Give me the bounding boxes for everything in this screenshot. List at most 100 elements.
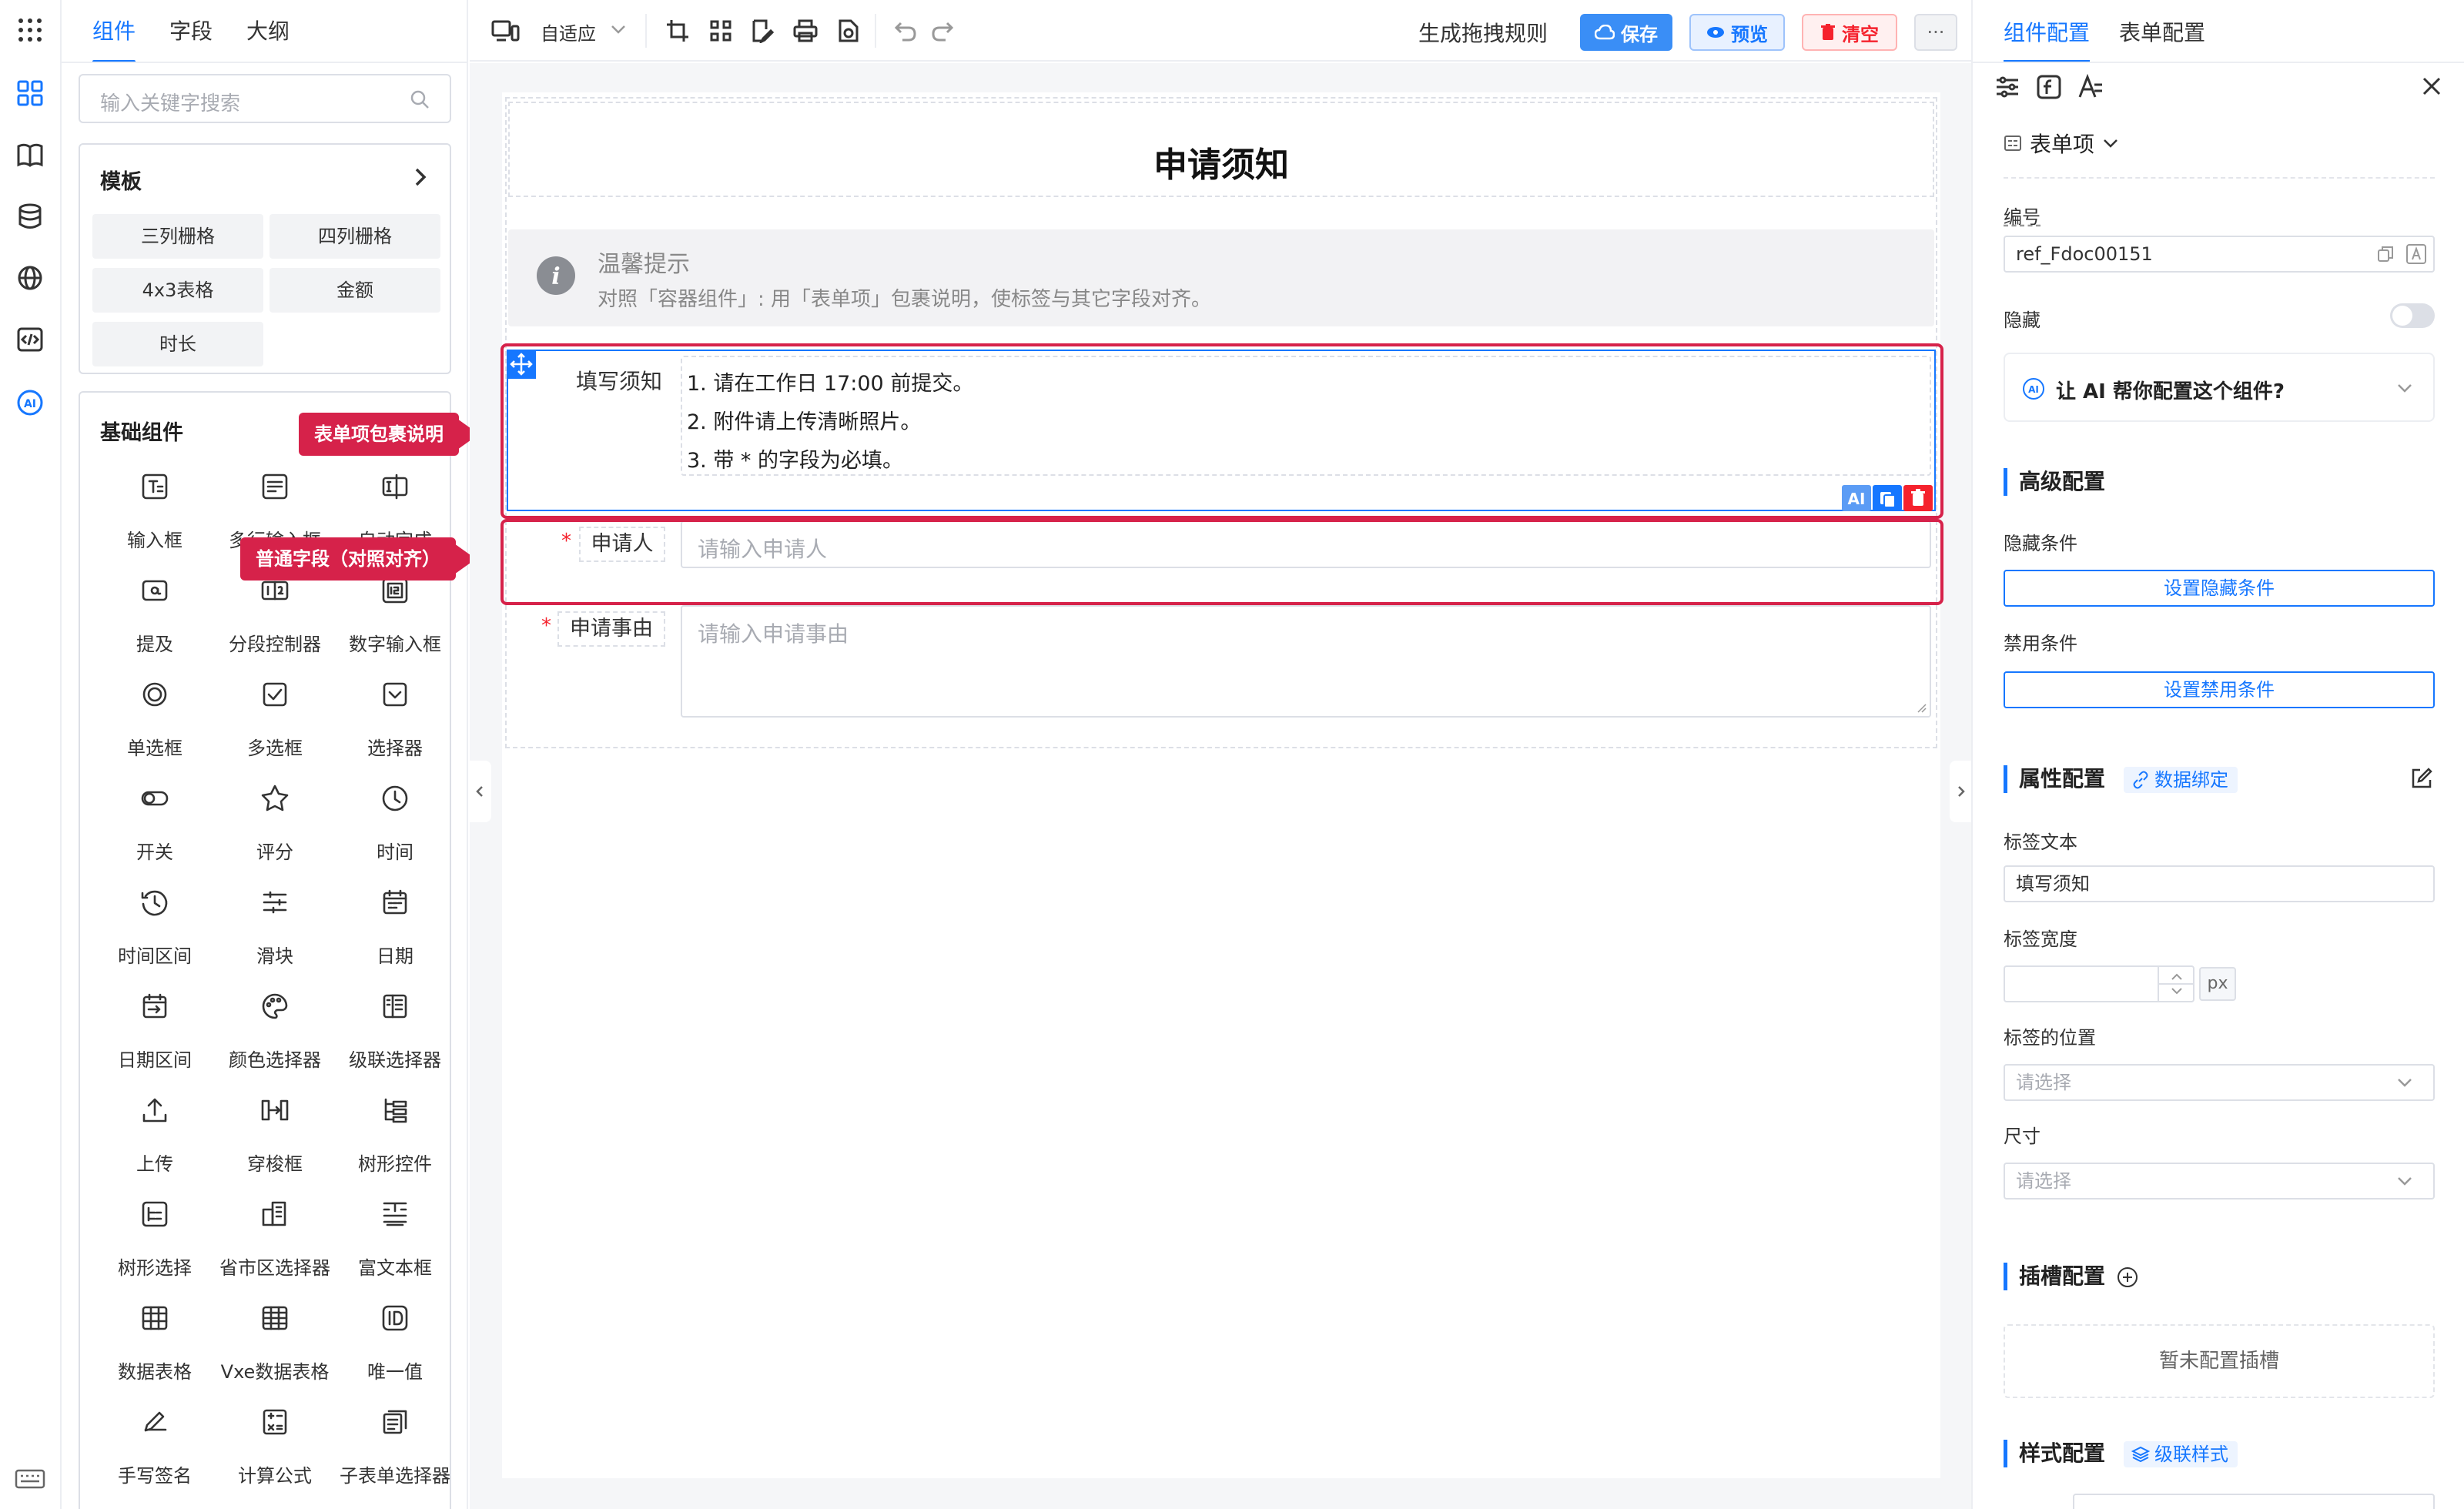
collapse-right-button[interactable] [1950, 761, 1971, 822]
tab-outline[interactable]: 大纲 [246, 14, 290, 52]
data-binding-button[interactable]: 数据绑定 [2124, 767, 2238, 793]
components-icon[interactable] [14, 77, 46, 109]
tab-form-config[interactable]: 表单配置 [2119, 15, 2205, 54]
component-item[interactable]: 选择器 [334, 679, 456, 779]
code-icon[interactable] [14, 323, 46, 356]
undo-icon[interactable] [890, 15, 921, 46]
resize-handle-icon[interactable] [1916, 702, 1927, 713]
globe-icon[interactable] [14, 262, 46, 294]
crop-icon[interactable] [662, 15, 693, 46]
edit-icon[interactable] [2410, 767, 2433, 790]
template-duration[interactable]: 时长 [92, 322, 263, 366]
keyboard-icon[interactable] [14, 1463, 46, 1495]
component-item[interactable]: 省市区选择器 [214, 1199, 336, 1299]
component-label: 数字输入框 [349, 634, 441, 655]
component-item[interactable]: 计算公式 [214, 1407, 336, 1507]
component-item[interactable]: 输入框 [94, 471, 216, 571]
chevron-right-icon[interactable] [411, 166, 430, 188]
tab-component-config[interactable]: 组件配置 [2004, 15, 2091, 63]
edit-doc-icon[interactable] [747, 15, 778, 46]
style-input[interactable] [2073, 1494, 2435, 1509]
component-item[interactable]: Vxe数据表格 [214, 1303, 336, 1403]
set-hide-condition-button[interactable]: 设置隐藏条件 [2004, 570, 2435, 607]
apps-grid-icon[interactable] [14, 14, 46, 46]
number-stepper[interactable] [2158, 967, 2194, 1001]
template-four-col[interactable]: 四列栅格 [270, 214, 440, 259]
tab-components[interactable]: 组件 [92, 14, 136, 63]
clear-button[interactable]: 清空 [1802, 14, 1897, 51]
component-item[interactable]: 级联选择器 [334, 991, 456, 1091]
component-item[interactable]: 数据表格 [94, 1303, 216, 1403]
collapse-left-button[interactable] [470, 761, 491, 822]
template-card: 模板 三列栅格 四列栅格 4x3表格 金额 时长 [79, 143, 451, 374]
reason-textarea[interactable]: 请输入申请事由 [681, 605, 1931, 718]
copy-icon[interactable] [2376, 245, 2395, 263]
component-label: 数据表格 [118, 1361, 192, 1383]
radio-icon [139, 679, 170, 710]
label-position-placeholder: 请选择 [2016, 1072, 2071, 1093]
component-item[interactable]: 手写签名 [94, 1407, 216, 1507]
component-item[interactable]: 唯一值 [334, 1303, 456, 1403]
generate-drag-rules-button[interactable]: 生成拖拽规则 [1418, 17, 1548, 48]
label-position-select[interactable]: 请选择 [2004, 1064, 2435, 1101]
component-item[interactable]: 分段控制器 [214, 575, 336, 675]
component-item[interactable]: 开关 [94, 783, 216, 883]
component-item[interactable]: 富文本框 [334, 1199, 456, 1299]
print-icon[interactable] [790, 15, 821, 46]
toolbar: 自适应 生成拖拽规则 保存 预览 清空 ··· [470, 0, 1971, 62]
component-item[interactable]: 日期 [334, 887, 456, 987]
props-section-title: 属性配置 [2004, 764, 2105, 795]
chevron-down-icon[interactable] [610, 23, 627, 35]
component-item[interactable]: 滑块 [214, 887, 336, 987]
text-mode-icon[interactable] [2405, 243, 2427, 265]
export-icon[interactable] [833, 15, 864, 46]
size-select[interactable]: 请选择 [2004, 1163, 2435, 1200]
tab-fields[interactable]: 字段 [169, 14, 213, 52]
label-text-input[interactable]: 填写须知 [2004, 865, 2435, 902]
component-item[interactable]: 穿梭框 [214, 1095, 336, 1195]
component-item[interactable]: 日期区间 [94, 991, 216, 1091]
set-disable-condition-button[interactable]: 设置禁用条件 [2004, 671, 2435, 708]
more-button[interactable]: ··· [1914, 14, 1957, 51]
save-button[interactable]: 保存 [1580, 14, 1672, 51]
component-item[interactable]: 子表单选择器 [334, 1407, 456, 1507]
database-icon[interactable] [14, 200, 46, 233]
preview-button[interactable]: 预览 [1689, 14, 1785, 51]
template-three-col[interactable]: 三列栅格 [92, 214, 263, 259]
component-type-select[interactable]: 表单项 [2004, 128, 2119, 159]
component-item[interactable]: 树形控件 [334, 1095, 456, 1195]
sliders-icon[interactable] [1994, 74, 2020, 100]
component-item[interactable]: 单选框 [94, 679, 216, 779]
book-icon[interactable] [14, 139, 46, 171]
hidden-toggle[interactable] [2390, 303, 2435, 328]
component-item[interactable]: 树形选择 [94, 1199, 216, 1299]
device-icon[interactable] [490, 15, 521, 46]
redo-icon[interactable] [927, 15, 958, 46]
search-input[interactable]: 输入关键字搜索 [79, 74, 451, 123]
cascade-style-button[interactable]: 级联样式 [2124, 1441, 2238, 1467]
component-item[interactable]: 多选框 [214, 679, 336, 779]
template-amount[interactable]: 金额 [270, 268, 440, 313]
template-4x3-table[interactable]: 4x3表格 [92, 268, 263, 313]
grid-icon[interactable] [705, 15, 736, 46]
component-item[interactable]: 时间 [334, 783, 456, 883]
text-style-icon[interactable] [2077, 74, 2104, 100]
add-slot-icon[interactable] [2116, 1266, 2139, 1289]
component-item[interactable]: 提及 [94, 575, 216, 675]
component-item[interactable]: 上传 [94, 1095, 216, 1195]
id-input[interactable]: ref_Fdoc00151 [2004, 236, 2435, 273]
search-icon[interactable] [408, 88, 431, 111]
tip-alert[interactable]: i 温馨提示 对照「容器组件」: 用「表单项」包裹说明，使标签与其它字段对齐。 [508, 229, 1934, 326]
adaptive-select[interactable]: 自适应 [541, 18, 596, 45]
component-item[interactable]: 评分 [214, 783, 336, 883]
component-item[interactable]: 数字输入框 [334, 575, 456, 675]
component-item[interactable]: 颜色选择器 [214, 991, 336, 1091]
function-icon[interactable] [2036, 74, 2062, 100]
reason-label: 申请事由 [557, 611, 665, 647]
required-mark: * [541, 614, 551, 637]
component-item[interactable]: 时间区间 [94, 887, 216, 987]
ai-config-collapse[interactable]: AI 让 AI 帮你配置这个组件? [2004, 353, 2435, 422]
close-icon[interactable] [2421, 75, 2442, 97]
ai-icon[interactable]: AI [14, 386, 46, 419]
label-width-input[interactable] [2004, 965, 2194, 1002]
